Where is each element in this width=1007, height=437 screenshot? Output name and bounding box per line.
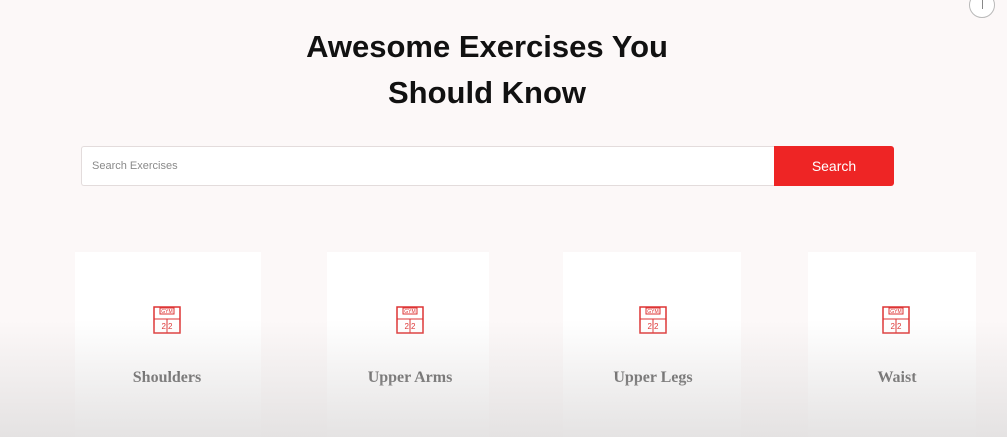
search-bar: Search: [81, 146, 894, 186]
page-title-line1: Awesome Exercises You: [306, 29, 668, 64]
category-label: Waist: [877, 369, 917, 386]
gym-icon: GYM 2|2: [396, 306, 424, 334]
category-label: Upper Legs: [613, 369, 693, 386]
gym-icon: GYM 2|2: [882, 306, 910, 334]
category-label: Upper Arms: [367, 369, 453, 386]
category-card-waist[interactable]: GYM 2|2 Waist: [808, 250, 976, 437]
search-button[interactable]: Search: [774, 146, 894, 186]
page-title-line2: Should Know: [387, 75, 587, 110]
category-card-shoulders[interactable]: GYM 2|2 Shoulders: [75, 250, 261, 437]
category-card-upper-arms[interactable]: GYM 2|2 Upper Arms: [327, 250, 489, 437]
svg-text:GYM: GYM: [647, 309, 658, 315]
svg-text:GYM: GYM: [890, 309, 901, 315]
svg-text:GYM: GYM: [161, 309, 172, 315]
category-card-upper-legs[interactable]: GYM 2|2 Upper Legs: [563, 250, 741, 437]
gym-icon: GYM 2|2: [153, 306, 181, 334]
svg-text:2|2: 2|2: [891, 322, 903, 331]
svg-text:2|2: 2|2: [405, 322, 417, 331]
category-label: Shoulders: [132, 369, 202, 386]
gym-icon: GYM 2|2: [639, 306, 667, 334]
svg-text:2|2: 2|2: [648, 322, 660, 331]
svg-text:GYM: GYM: [404, 309, 415, 315]
info-icon[interactable]: [969, 0, 995, 18]
search-input[interactable]: [81, 146, 774, 186]
svg-text:2|2: 2|2: [162, 322, 174, 331]
body-part-categories: GYM 2|2 Shoulders GYM 2|2 Upper Arms GYM…: [0, 250, 1007, 437]
page-title: Awesome Exercises You Should Know: [0, 24, 974, 116]
